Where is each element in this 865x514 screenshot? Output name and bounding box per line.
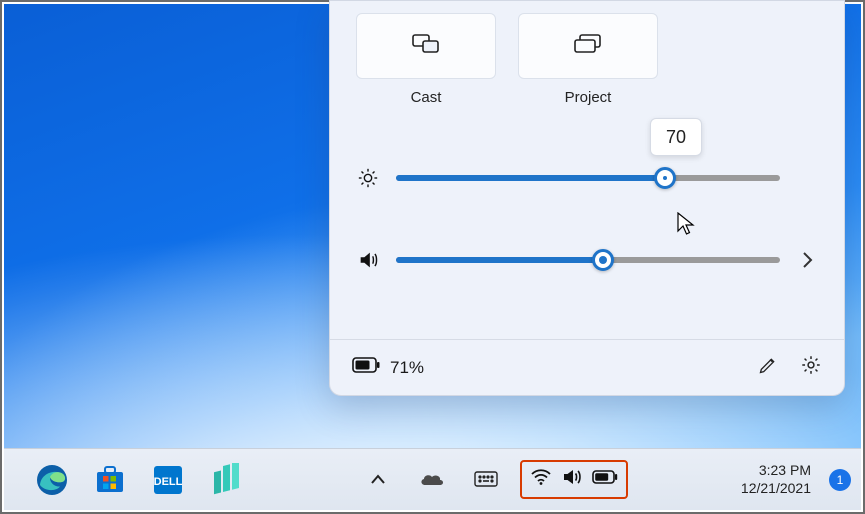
taskbar-date: 12/21/2021 — [741, 480, 811, 498]
brightness-icon — [356, 167, 380, 189]
brightness-slider[interactable] — [396, 175, 780, 181]
quick-setting-tiles: Cast Project — [356, 13, 818, 106]
tray-overflow-chevron[interactable] — [358, 460, 398, 500]
notification-badge[interactable]: 1 — [829, 469, 851, 491]
project-icon — [574, 34, 602, 59]
cast-tile-label: Cast — [411, 89, 442, 106]
battery-tray-icon — [592, 470, 618, 489]
ms-store-app-icon[interactable] — [90, 460, 130, 500]
cast-icon — [412, 34, 440, 59]
files-app-icon[interactable] — [206, 460, 246, 500]
project-tile[interactable] — [518, 13, 658, 79]
quick-settings-panel: Cast Project 70 — [329, 0, 845, 396]
volume-slider-row — [356, 246, 818, 274]
taskbar-clock[interactable]: 3:23 PM 12/21/2021 — [741, 462, 811, 497]
settings-button[interactable] — [800, 354, 822, 381]
edit-quick-settings-button[interactable] — [758, 355, 778, 380]
edge-app-icon[interactable] — [32, 460, 72, 500]
battery-percent-text: 71% — [390, 358, 424, 378]
dell-app-icon[interactable]: DELL — [148, 460, 188, 500]
quick-settings-footer: 71% — [330, 339, 844, 395]
volume-tray-icon — [562, 468, 582, 491]
volume-icon — [356, 249, 380, 271]
brightness-slider-row — [356, 164, 818, 192]
cast-tile[interactable] — [356, 13, 496, 79]
taskbar: DELL — [4, 448, 861, 510]
taskbar-time: 3:23 PM — [741, 462, 811, 480]
onedrive-tray-icon[interactable] — [412, 460, 452, 500]
svg-text:DELL: DELL — [154, 476, 183, 488]
system-tray-quick-settings[interactable] — [520, 460, 628, 499]
brightness-tooltip: 70 — [650, 118, 702, 156]
input-indicator-tray-icon[interactable] — [466, 460, 506, 500]
battery-icon — [352, 357, 380, 378]
volume-output-arrow[interactable] — [796, 251, 818, 269]
wifi-tray-icon — [530, 468, 552, 491]
project-tile-label: Project — [565, 89, 612, 106]
battery-status[interactable]: 71% — [352, 357, 424, 378]
volume-slider[interactable] — [396, 257, 780, 263]
